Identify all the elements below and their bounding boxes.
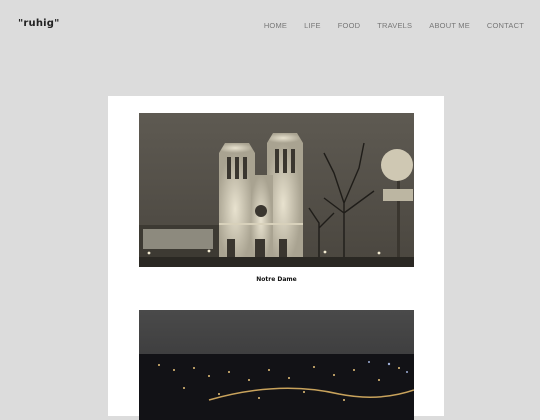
notre-dame-photo[interactable] — [139, 113, 414, 267]
nav-item-life[interactable]: LIFE — [304, 21, 321, 30]
post-card: Notre Dame — [108, 96, 444, 420]
site-header: "ruhig" HOME LIFE FOOD TRAVELS ABOUT ME … — [0, 0, 540, 50]
nav-item-home[interactable]: HOME — [264, 21, 287, 30]
main-nav: HOME LIFE FOOD TRAVELS ABOUT ME CONTACT — [247, 21, 524, 30]
nav-item-contact[interactable]: CONTACT — [487, 21, 524, 30]
nav-item-travels[interactable]: TRAVELS — [377, 21, 412, 30]
city-night-photo[interactable] — [139, 310, 414, 420]
nav-item-food[interactable]: FOOD — [338, 21, 360, 30]
photo-caption: Notre Dame — [256, 276, 297, 283]
nav-item-about-me[interactable]: ABOUT ME — [429, 21, 470, 30]
site-logo[interactable]: "ruhig" — [18, 18, 60, 29]
